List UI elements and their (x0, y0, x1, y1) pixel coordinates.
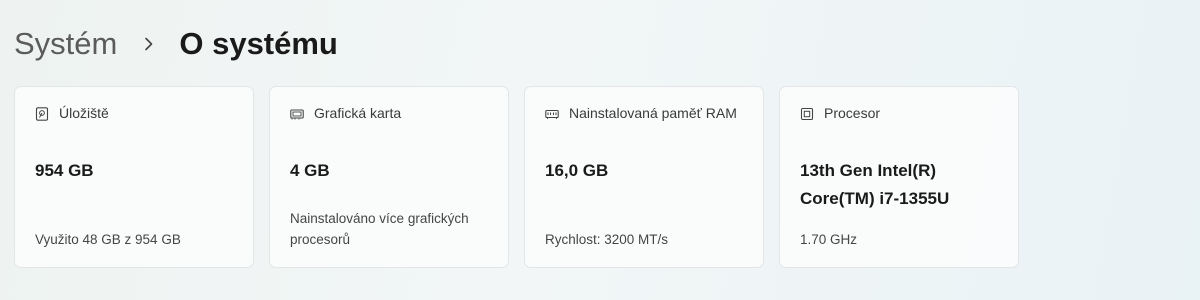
processor-card[interactable]: Procesor 13th Gen Intel(R) Core(TM) i7-1… (779, 86, 1019, 268)
storage-card-label: Úložiště (59, 105, 109, 121)
chevron-right-icon (131, 24, 167, 64)
page-title: O systému (179, 26, 338, 61)
processor-card-label: Procesor (824, 105, 881, 121)
spec-cards: Úložiště 954 GB Využito 48 GB z 954 GB G… (14, 86, 1019, 268)
graphics-card-label: Grafická karta (314, 105, 402, 121)
processor-card-value: 13th Gen Intel(R) Core(TM) i7-1355U (800, 161, 950, 208)
memory-card[interactable]: Nainstalovaná paměť RAM 16,0 GB Rychlost… (524, 86, 764, 268)
processor-card-header: Procesor (800, 105, 1002, 125)
storage-card[interactable]: Úložiště 954 GB Využito 48 GB z 954 GB (14, 86, 254, 268)
processor-icon (800, 107, 814, 121)
graphics-card-icon (290, 107, 304, 121)
memory-card-label: Nainstalovaná paměť RAM (569, 105, 737, 121)
storage-icon (35, 107, 49, 121)
graphics-card-header: Grafická karta (290, 105, 492, 125)
storage-card-header: Úložiště (35, 105, 237, 125)
memory-icon (545, 107, 559, 121)
breadcrumb-parent-system[interactable]: Systém (14, 26, 117, 62)
graphics-card-detail: Nainstalováno více grafických procesorů (290, 211, 469, 247)
storage-card-value: 954 GB (35, 161, 94, 180)
breadcrumb: Systém O systému (14, 22, 338, 66)
memory-card-header: Nainstalovaná paměť RAM (545, 105, 747, 125)
storage-card-detail: Využito 48 GB z 954 GB (35, 232, 181, 247)
processor-card-detail: 1.70 GHz (800, 232, 858, 247)
graphics-card-card[interactable]: Grafická karta 4 GB Nainstalováno více g… (269, 86, 509, 268)
graphics-card-value: 4 GB (290, 161, 330, 180)
memory-card-detail: Rychlost: 3200 MT/s (545, 232, 669, 247)
memory-card-value: 16,0 GB (545, 161, 609, 180)
